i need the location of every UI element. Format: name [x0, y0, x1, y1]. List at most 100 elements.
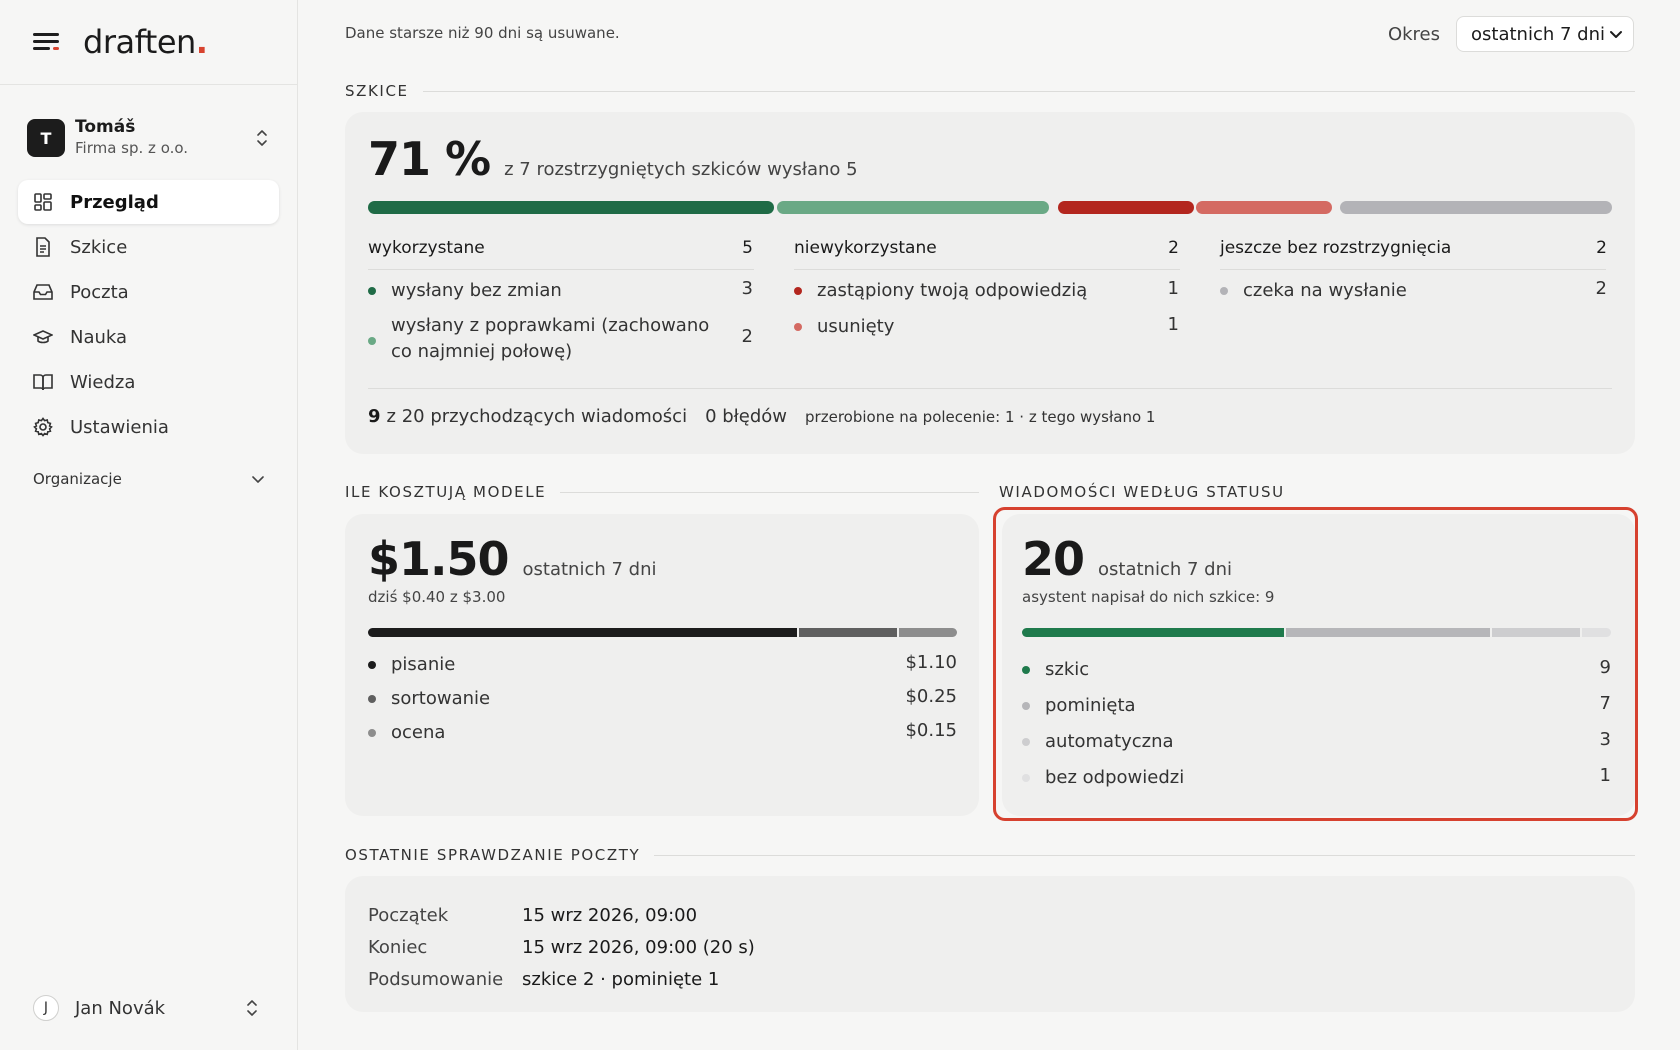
account-org: Firma sp. z o.o.: [75, 139, 189, 157]
divider: [1220, 269, 1606, 270]
divider: [368, 269, 754, 270]
bar-sent-edited: [777, 201, 1049, 214]
cost-item-writing: pisanie: [391, 654, 456, 675]
account-avatar: T: [27, 119, 65, 157]
last-check-values: 15 wrz 2026, 09:00 15 wrz 2026, 09:00 (2…: [522, 900, 755, 996]
nav-item-ustawienia[interactable]: Ustawienia: [18, 405, 279, 449]
nav-item-przeglad[interactable]: Przegląd: [18, 180, 279, 224]
last-check-labels: Początek Koniec Podsumowanie: [368, 900, 503, 996]
col-unused-count: 2: [1168, 238, 1179, 258]
nav-item-nauka[interactable]: Nauka: [18, 315, 279, 359]
item-sent-edited: wysłany z poprawkami (zachowano co najmn…: [391, 315, 710, 362]
inbox-icon: [33, 282, 53, 302]
drafts-summary: z 7 rozstrzygniętych szkiców wysłano 5: [504, 159, 858, 180]
cost-bar-segment: [898, 628, 957, 637]
cost-bar-segment: [368, 628, 797, 637]
cost-value-sorting: $0.25: [905, 686, 957, 707]
legend-dot: [794, 323, 802, 331]
nav-label: Szkice: [70, 236, 128, 258]
status-card-highlight: [993, 507, 1638, 821]
user-menu[interactable]: J Jan Novák: [33, 993, 265, 1023]
divider: [368, 388, 1612, 389]
drafts-percent: 71 %: [368, 132, 491, 186]
legend-dot: [368, 661, 376, 669]
label-start: Początek: [368, 905, 449, 926]
cost-period: ostatnich 7 dni: [522, 559, 657, 580]
value-deleted: 1: [1167, 314, 1179, 335]
cost-bar-segment: [799, 628, 897, 637]
nav-label: Ustawienia: [70, 416, 169, 438]
nav-label: Wiedza: [70, 371, 136, 393]
last-check-card: Początek Koniec Podsumowanie 15 wrz 2026…: [345, 876, 1635, 1012]
value-pending: 2: [1595, 278, 1607, 299]
chevron-updown-icon: [255, 128, 269, 148]
nav-item-poczta[interactable]: Poczta: [18, 270, 279, 314]
document-icon: [33, 237, 53, 257]
main-content: Dane starsze niż 90 dni są usuwane. Okre…: [299, 0, 1680, 1050]
value-sent-unchanged: 3: [741, 278, 753, 299]
drafts-card: 71 % z 7 rozstrzygniętych szkiców wysłan…: [345, 112, 1635, 454]
cost-bar: [368, 628, 957, 637]
cost-item-rating: ocena: [391, 722, 446, 743]
divider: [794, 269, 1180, 270]
cost-item-sorting: sortowanie: [391, 688, 491, 709]
col-used-title: wykorzystane: [368, 238, 485, 258]
period-label: Okres: [1387, 23, 1440, 45]
item-sent-unchanged: wysłany bez zmian: [391, 280, 562, 301]
period-select[interactable]: ostatnich 7 dni: [1456, 16, 1634, 52]
section-title-drafts: SZKICE: [345, 82, 1635, 100]
retention-notice: Dane starsze niż 90 dni są usuwane.: [345, 24, 620, 42]
sidebar: draften. T Tomáš Firma sp. z o.o. Przegl…: [0, 0, 298, 1050]
incoming-count: 9: [368, 406, 381, 427]
cost-value-writing: $1.10: [905, 652, 957, 673]
nav-item-wiedza[interactable]: Wiedza: [18, 360, 279, 404]
main-nav: Przegląd Szkice Poczta Nauka Wiedza Usta…: [18, 180, 279, 450]
graduation-cap-icon: [33, 327, 53, 347]
cost-amount: $1.50: [368, 532, 510, 586]
legend-dot: [368, 337, 376, 345]
book-icon: [33, 372, 53, 392]
col-unused-title: niewykorzystane: [794, 238, 937, 258]
organizations-toggle[interactable]: Organizacje: [33, 468, 265, 490]
item-deleted: usunięty: [817, 316, 895, 337]
user-name: Jan Novák: [75, 997, 166, 1019]
period-value: ostatnich 7 dni: [1471, 23, 1605, 45]
user-avatar: J: [33, 995, 59, 1021]
col-pending-title: jeszcze bez rozstrzygnięcia: [1220, 238, 1452, 258]
bar-sent-unchanged: [368, 201, 774, 214]
value-sent-edited: 2: [741, 326, 753, 347]
drafts-footer: 9 z 20 przychodzących wiadomości 0 błędó…: [368, 406, 1155, 427]
item-replaced: zastąpiony twoją odpowiedzią: [817, 280, 1088, 301]
nav-label: Nauka: [70, 326, 128, 348]
account-switcher[interactable]: T Tomáš Firma sp. z o.o.: [27, 117, 275, 159]
legend-dot: [368, 287, 376, 295]
cost-value-rating: $0.15: [905, 720, 957, 741]
gear-icon: [33, 417, 53, 437]
legend-dot: [1220, 287, 1228, 295]
legend-dot: [368, 729, 376, 737]
bar-deleted: [1196, 201, 1332, 214]
period-control: Okres ostatnich 7 dni: [1388, 16, 1634, 52]
value-end: 15 wrz 2026, 09:00 (20 s): [522, 937, 755, 958]
brand-bar: draften.: [0, 0, 297, 85]
incoming-text: z 20 przychodzących wiadomości: [386, 406, 688, 427]
item-pending: czeka na wysłanie: [1243, 280, 1407, 301]
grid-icon: [33, 192, 53, 212]
account-name: Tomáš: [75, 117, 136, 137]
errors-count: 0 błędów: [705, 406, 788, 427]
label-summary: Podsumowanie: [368, 969, 504, 990]
value-start: 15 wrz 2026, 09:00: [522, 905, 698, 926]
cost-today: dziś $0.40 z $3.00: [368, 588, 506, 606]
legend-dot: [368, 695, 376, 703]
bar-pending: [1340, 201, 1612, 214]
section-title-costs: ILE KOSZTUJĄ MODELE: [345, 483, 979, 501]
chevron-down-icon: [1610, 31, 1622, 38]
col-pending-count: 2: [1596, 238, 1607, 258]
nav-item-szkice[interactable]: Szkice: [18, 225, 279, 269]
label-end: Koniec: [368, 937, 428, 958]
reworked-info: przerobione na polecenie: 1 · z tego wys…: [805, 408, 1156, 426]
col-used-count: 5: [742, 238, 753, 258]
menu-icon[interactable]: [33, 32, 59, 52]
section-title-status: WIADOMOŚCI WEDŁUG STATUSU: [999, 483, 1285, 501]
value-summary: szkice 2 · pominięte 1: [522, 969, 720, 990]
